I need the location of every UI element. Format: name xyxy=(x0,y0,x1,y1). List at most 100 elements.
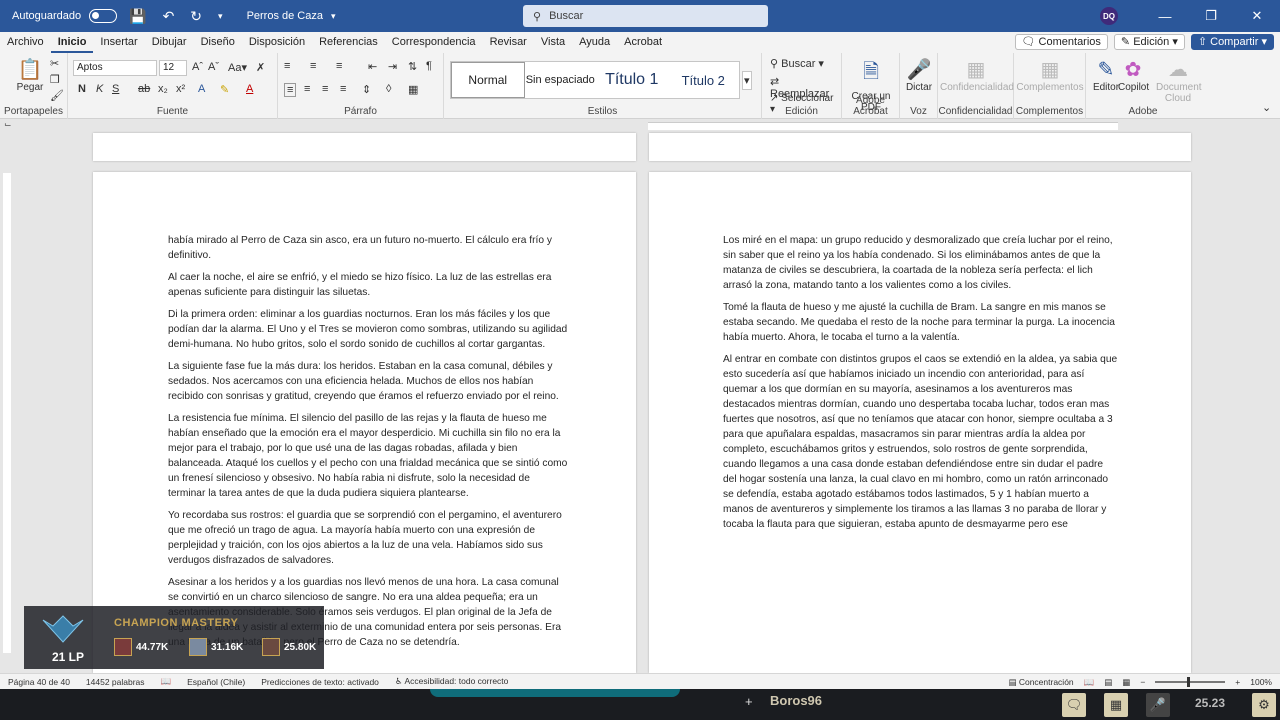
text-effects-icon[interactable]: A xyxy=(198,83,205,95)
tab-selector-icon[interactable]: ⌙ xyxy=(4,119,12,130)
sort-icon[interactable]: ⇅ xyxy=(408,60,417,73)
shading-icon[interactable]: ◊ xyxy=(386,83,391,95)
tab-inicio[interactable]: Inicio xyxy=(50,32,94,53)
clear-format-icon[interactable]: ✗ xyxy=(256,61,265,74)
style-heading-1[interactable]: Título 1 xyxy=(596,71,668,89)
document-page-right[interactable]: Los miré en el mapa: un grupo reducido y… xyxy=(649,172,1191,673)
tab-diseno[interactable]: Diseño xyxy=(194,32,242,53)
tab-correspondencia[interactable]: Correspondencia xyxy=(385,32,483,53)
multilevel-list-icon[interactable]: ≡ xyxy=(336,60,342,72)
decrease-indent-icon[interactable]: ⇤ xyxy=(368,60,377,73)
word-count[interactable]: 14452 palabras xyxy=(78,677,153,687)
numbering-icon[interactable]: ≡ xyxy=(310,60,316,72)
mastery-emblem-icon xyxy=(42,615,84,643)
align-center-icon[interactable]: ≡ xyxy=(304,83,310,95)
font-name-select[interactable]: Aptos xyxy=(73,60,157,76)
tab-archivo[interactable]: Archivo xyxy=(0,32,51,53)
document-cloud-button[interactable]: ☁ Document Cloud xyxy=(1156,57,1202,104)
accessibility-status[interactable]: ♿ Accesibilidad: todo correcto xyxy=(387,676,516,687)
zoom-level[interactable]: 100% xyxy=(1250,677,1272,687)
plus-icon[interactable]: + xyxy=(745,694,753,709)
proofing-icon[interactable]: 📖 xyxy=(153,676,180,687)
align-left-icon[interactable]: ≡ xyxy=(284,83,297,97)
redo-icon[interactable]: ↻ xyxy=(186,8,206,25)
italic-icon[interactable]: K xyxy=(96,83,103,95)
dictate-button[interactable]: 🎤 Dictar xyxy=(902,57,936,93)
highlight-icon[interactable]: ✎ xyxy=(220,83,229,96)
settings-icon[interactable]: ⚙ xyxy=(1252,693,1276,717)
restore-button[interactable]: ❐ xyxy=(1188,8,1234,24)
read-mode-icon[interactable]: 📖 xyxy=(1084,677,1095,688)
tab-revisar[interactable]: Revisar xyxy=(483,32,534,53)
text-predictions[interactable]: Predicciones de texto: activado xyxy=(253,677,387,687)
style-normal[interactable]: Normal xyxy=(451,62,525,98)
ruler-strip[interactable] xyxy=(648,122,1118,130)
web-layout-icon[interactable]: ▦ xyxy=(1122,677,1130,688)
comments-button[interactable]: 🗨 Comentarios xyxy=(1014,34,1108,50)
paste-label: Pegar xyxy=(16,82,44,93)
confidentiality-button[interactable]: ▦ Confidencialidad xyxy=(940,57,1014,93)
find-button[interactable]: ⚲ Buscar ▾ xyxy=(770,57,824,70)
paste-button[interactable]: 📋 Pegar xyxy=(12,57,48,93)
style-no-spacing[interactable]: Sin espaciado xyxy=(525,74,597,86)
underline-icon[interactable]: S xyxy=(112,83,119,95)
share-button[interactable]: ⇧ Compartir ▾ xyxy=(1190,34,1274,50)
minimize-button[interactable]: — xyxy=(1142,9,1188,24)
bullets-icon[interactable]: ≡ xyxy=(284,60,290,72)
focus-mode-button[interactable]: ▤ Concentración xyxy=(1008,677,1073,688)
tab-vista[interactable]: Vista xyxy=(534,32,572,53)
search-box[interactable]: ⚲ Buscar xyxy=(523,5,768,27)
tab-ayuda[interactable]: Ayuda xyxy=(572,32,617,53)
borders-icon[interactable]: ▦ xyxy=(408,83,418,96)
close-button[interactable]: ✕ xyxy=(1234,8,1280,24)
justify-icon[interactable]: ≡ xyxy=(340,83,346,95)
autosave-toggle[interactable] xyxy=(89,9,118,23)
format-painter-icon[interactable]: 🖌 xyxy=(50,89,64,102)
line-spacing-icon[interactable]: ⇕ xyxy=(362,83,371,96)
bold-icon[interactable]: N xyxy=(78,83,86,95)
superscript-icon[interactable]: x² xyxy=(176,83,185,95)
vertical-ruler-strip[interactable] xyxy=(3,173,11,653)
font-color-icon[interactable]: A xyxy=(246,83,253,95)
print-layout-icon[interactable]: ▤ xyxy=(1104,677,1112,688)
tab-acrobat[interactable]: Acrobat xyxy=(617,32,669,53)
cut-icon[interactable]: ✂ xyxy=(50,57,59,70)
align-right-icon[interactable]: ≡ xyxy=(322,83,328,95)
acrobat-group-label: Adobe Acrobat xyxy=(853,95,888,117)
mastery-points: 31.16K xyxy=(211,641,244,653)
language[interactable]: Español (Chile) xyxy=(179,677,253,687)
change-case-icon[interactable]: Aa▾ xyxy=(228,61,247,74)
edit-mode-button[interactable]: ✎ Edición ▾ xyxy=(1113,34,1185,50)
styles-expand-icon[interactable]: ▾ xyxy=(742,71,752,90)
grow-font-icon[interactable]: Aˆ xyxy=(192,61,203,73)
tab-referencias[interactable]: Referencias xyxy=(312,32,385,53)
chevron-down-icon[interactable]: ▾ xyxy=(331,11,336,22)
show-marks-icon[interactable]: ¶ xyxy=(426,60,432,72)
document-title[interactable]: Perros de Caza xyxy=(247,10,323,22)
document-page-left[interactable]: había mirado al Perro de Caza sin asco, … xyxy=(93,172,636,673)
avatar[interactable]: DQ xyxy=(1100,7,1118,25)
strikethrough-icon[interactable]: ab xyxy=(138,83,150,95)
inventory-icon[interactable]: ▦ xyxy=(1104,693,1128,717)
tab-dibujar[interactable]: Dibujar xyxy=(145,32,194,53)
chat-icon[interactable]: 🗨 xyxy=(1062,693,1086,717)
save-icon[interactable]: 💾 xyxy=(125,8,150,25)
zoom-slider[interactable] xyxy=(1155,677,1226,687)
copy-icon[interactable]: ❐ xyxy=(50,73,60,86)
zoom-in-icon[interactable]: + xyxy=(1235,677,1240,687)
tab-insertar[interactable]: Insertar xyxy=(93,32,144,53)
collapse-ribbon-icon[interactable]: ⌄ xyxy=(1262,101,1271,114)
copilot-button[interactable]: ✿ Copilot xyxy=(1118,57,1149,93)
undo-icon[interactable]: ↶ xyxy=(159,8,179,25)
shrink-font-icon[interactable]: Aˇ xyxy=(208,61,219,73)
subscript-icon[interactable]: x₂ xyxy=(158,83,168,95)
style-heading-2[interactable]: Título 2 xyxy=(668,73,740,88)
zoom-out-icon[interactable]: − xyxy=(1140,677,1145,687)
tab-disposicion[interactable]: Disposición xyxy=(242,32,312,53)
microphone-icon[interactable]: 🎤 xyxy=(1146,693,1170,717)
page-count[interactable]: Página 40 de 40 xyxy=(0,677,78,687)
addins-button[interactable]: ▦ Complementos xyxy=(1016,57,1084,93)
increase-indent-icon[interactable]: ⇥ xyxy=(388,60,397,73)
font-size-select[interactable]: 12 xyxy=(159,60,187,76)
customize-toolbar-icon[interactable]: ▾ xyxy=(214,11,227,22)
